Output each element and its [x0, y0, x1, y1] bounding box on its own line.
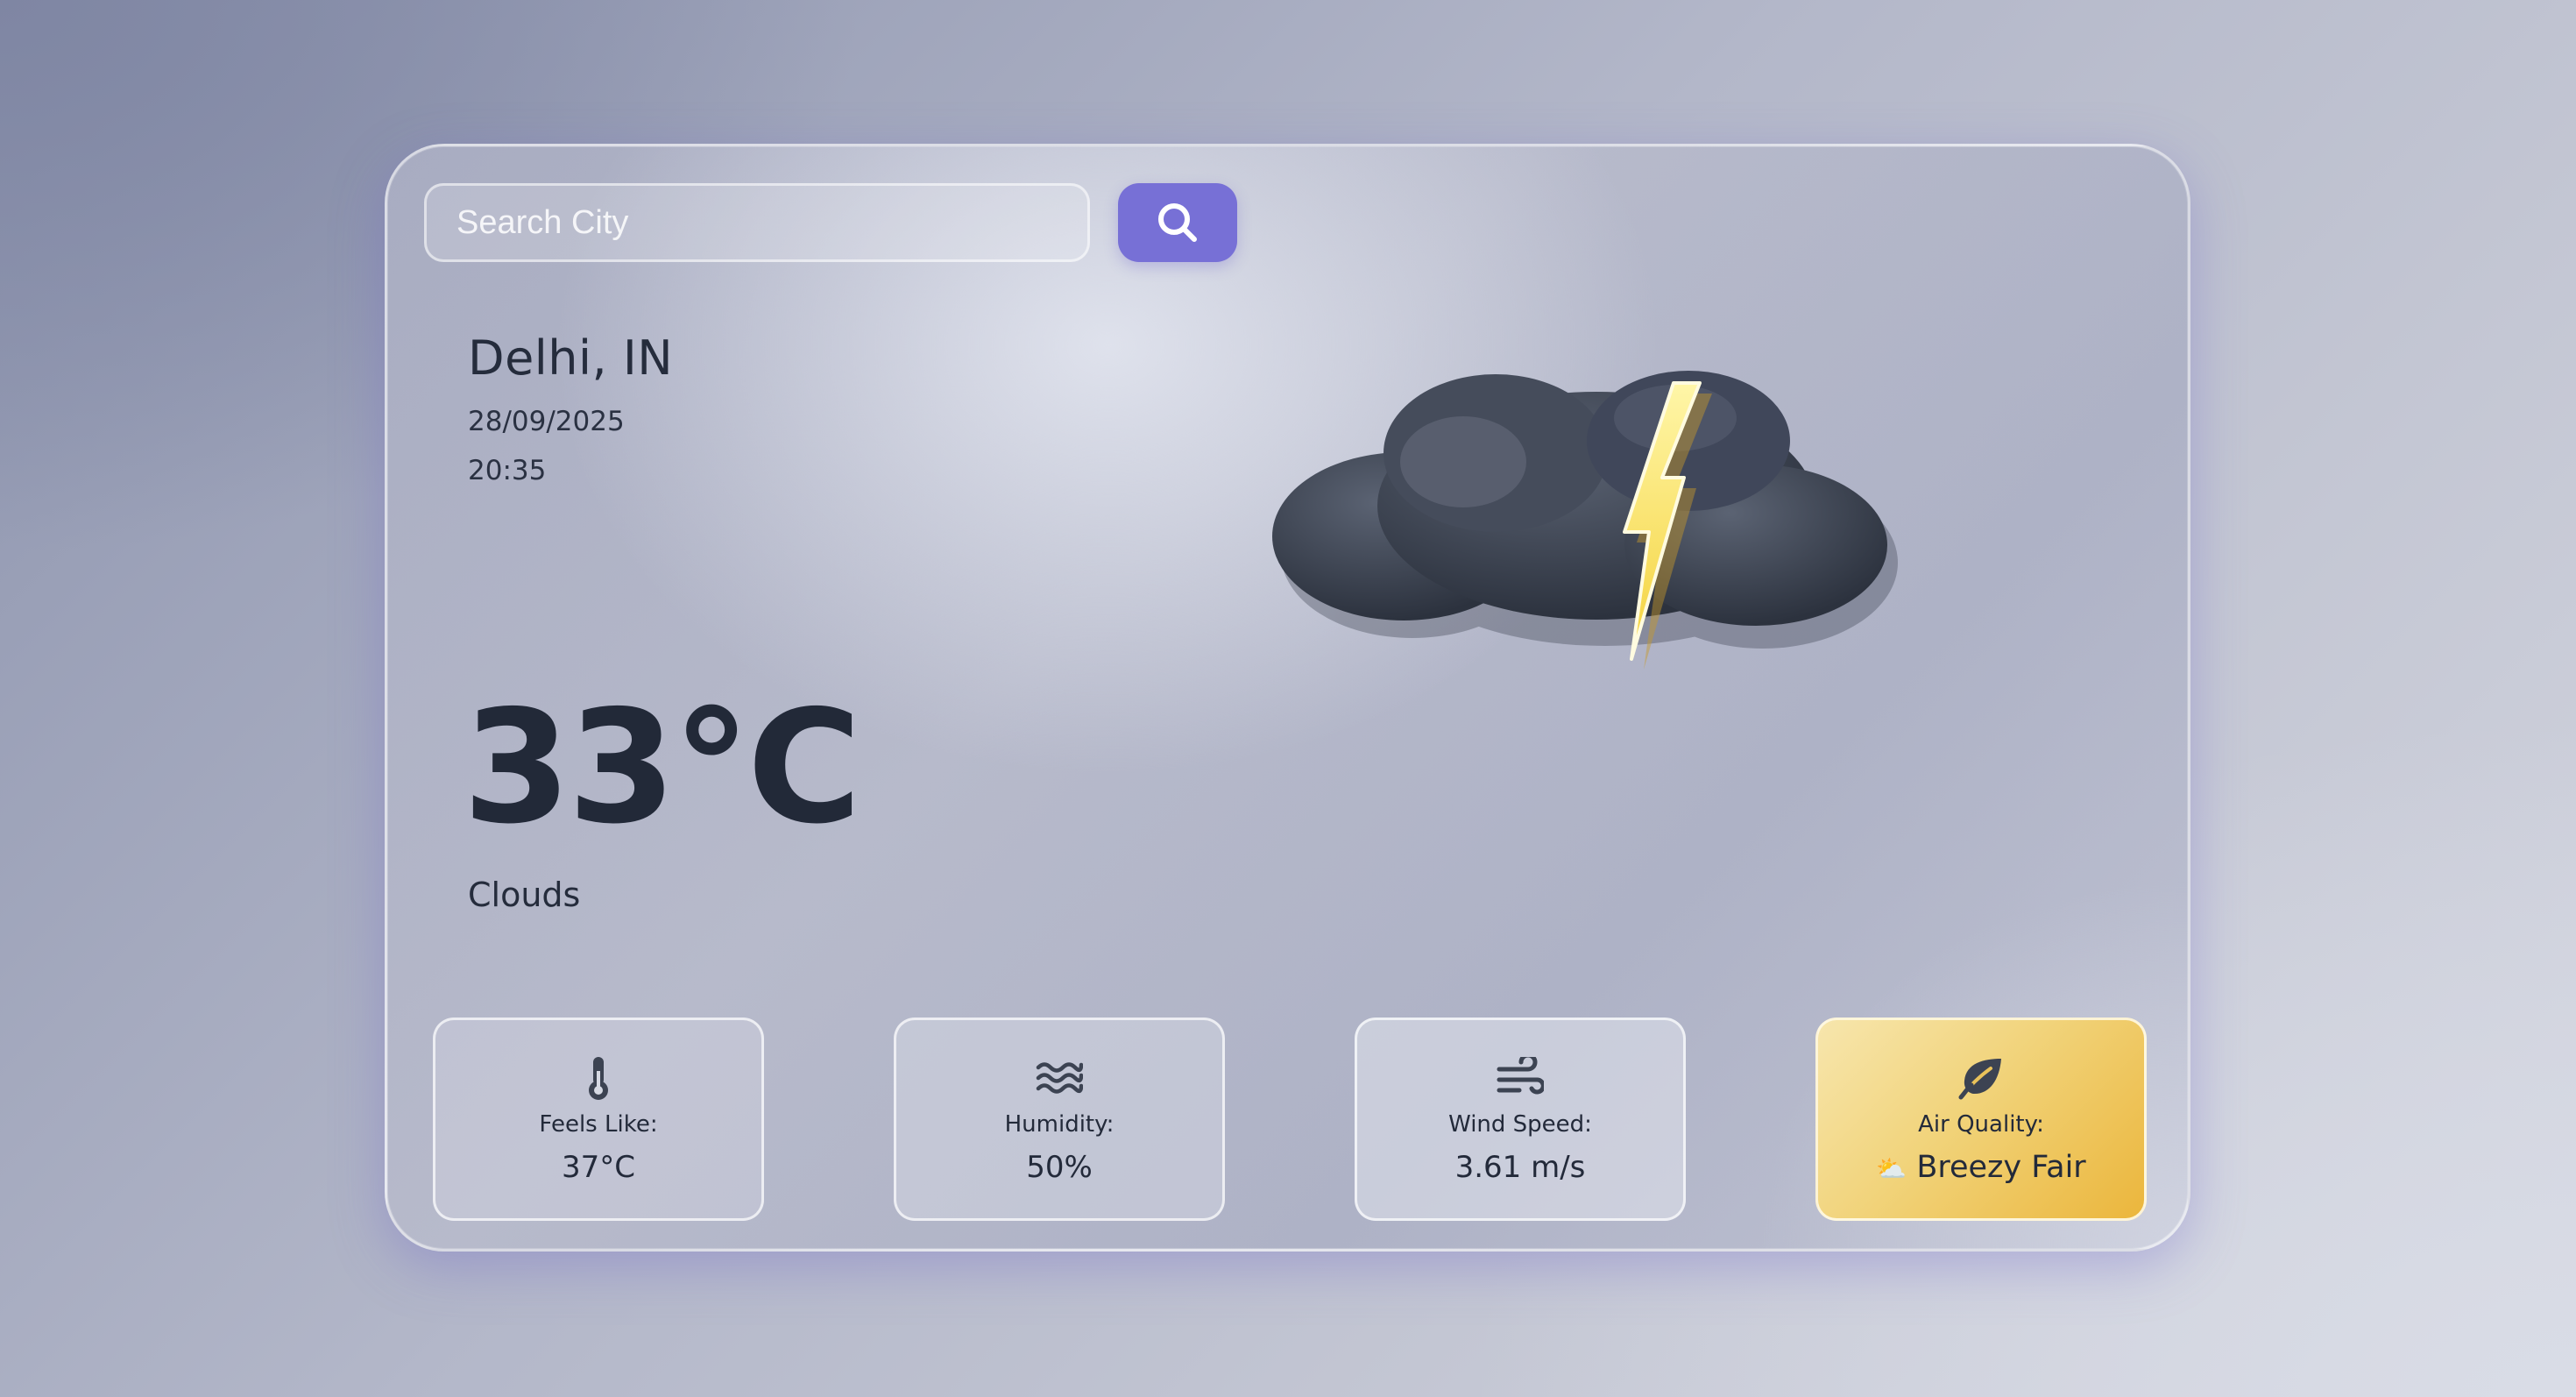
humidity-card: Humidity: 50%	[894, 1018, 1225, 1221]
search-button[interactable]	[1118, 183, 1237, 262]
weather-description: Clouds	[468, 876, 581, 914]
search-input[interactable]	[424, 183, 1090, 262]
search-icon	[1158, 203, 1197, 242]
time-text: 20:35	[468, 455, 547, 486]
air-quality-value: ⛅ Breezy Fair	[1876, 1150, 2085, 1185]
leaf-icon	[1957, 1053, 2006, 1103]
feels-like-card: Feels Like: 37°C	[433, 1018, 764, 1221]
wind-speed-label: Wind Speed:	[1448, 1111, 1592, 1138]
humidity-label: Humidity:	[1004, 1111, 1115, 1138]
temperature: 33°C	[463, 677, 861, 858]
humidity-value: 50%	[1026, 1150, 1093, 1185]
air-quality-card: Air Quality: ⛅ Breezy Fair	[1815, 1018, 2147, 1221]
wind-speed-value: 3.61 m/s	[1454, 1150, 1586, 1185]
air-quality-label: Air Quality:	[1918, 1111, 2044, 1138]
partly-cloudy-emoji: ⛅	[1876, 1154, 1907, 1183]
feels-like-label: Feels Like:	[539, 1111, 658, 1138]
humidity-waves-icon	[1035, 1053, 1084, 1103]
thunderstorm-cloud-icon	[1272, 371, 1898, 670]
air-quality-text: Breezy Fair	[1916, 1150, 2086, 1185]
wind-icon	[1496, 1053, 1545, 1103]
weather-card: Delhi, IN 28/09/2025 20:35 33°C Cl	[385, 144, 2190, 1252]
city-name: Delhi, IN	[468, 330, 674, 386]
wind-speed-card: Wind Speed: 3.61 m/s	[1355, 1018, 1686, 1221]
thermometer-icon	[574, 1053, 623, 1103]
feels-like-value: 37°C	[561, 1150, 635, 1185]
date-text: 28/09/2025	[468, 406, 625, 437]
